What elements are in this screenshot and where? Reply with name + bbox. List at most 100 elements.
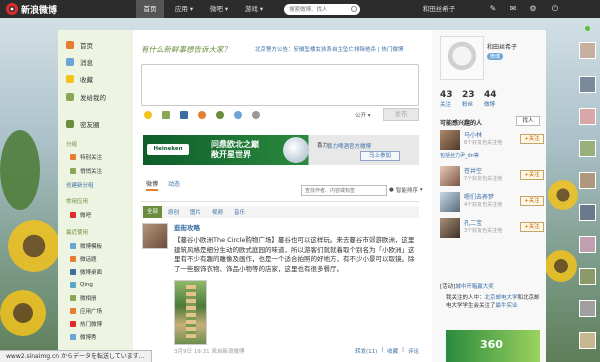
nav-tab-apps[interactable]: 应用 ▾ [170,0,198,18]
recent-item[interactable]: 微话题 [70,254,97,264]
post-author[interactable]: 逛街攻略 [174,222,200,232]
suggested-user-avatar[interactable] [440,218,460,238]
sort-select[interactable]: ● 智能排序 ▾ [389,186,423,194]
category-original[interactable]: 原创 [168,208,179,216]
event-user-link[interactable]: 北京邮电大学 [485,295,518,301]
nav-tab-home[interactable]: 首页 [136,0,164,18]
friend-avatar[interactable] [579,42,596,59]
emoji-icon[interactable] [144,111,152,119]
gear-icon[interactable]: ⚙ [528,4,538,14]
create-group-link[interactable]: 创建新分组 [66,181,94,189]
leftnav-close-friends[interactable]: 密友圈 [66,118,128,130]
nav-tab-weiba[interactable]: 微吧 ▾ [205,0,233,18]
group-special-label: 特别关注 [80,155,103,161]
weibo-logo[interactable]: 新浪微博 [6,2,57,16]
suggested-user-avatar[interactable] [440,130,460,150]
friend-avatar[interactable] [579,332,596,349]
ad-join-button[interactable]: 马上参加 [360,151,400,161]
category-video[interactable]: 视频 [212,208,223,216]
heineken-ad-banner[interactable]: Heineken 问鼎欧北之巅 敞开星世界 喜力 喜力啤酒官方微博 马上参加 [143,135,419,165]
stat-following[interactable]: 43 关注 [440,90,453,108]
suggested-user-avatar[interactable] [440,192,460,212]
recent-item[interactable]: 微博桌面 [70,267,102,277]
follow-button[interactable]: +关注 [520,196,544,206]
recent-item[interactable]: 微博模板 [70,241,102,251]
friend-avatar[interactable] [579,76,596,93]
feed-divider [141,201,419,202]
hot-weibo-link[interactable]: 热门微博 [381,47,403,53]
suggested-user-name[interactable]: 孔二宝 [464,218,482,227]
main-panel: 首页 消息 收藏 发给我的 密友圈 分组 特别关注 悄悄关注 创建新分组 常用应… [58,30,546,362]
profile-avatar[interactable] [440,36,484,80]
visibility-select[interactable]: 公开 ▾ [355,111,371,119]
compose-textarea[interactable] [141,64,419,106]
follow-button[interactable]: +关注 [520,222,544,232]
friend-avatar[interactable] [579,236,596,253]
more-icon[interactable] [252,111,260,119]
recent-item[interactable]: Qing [70,280,93,290]
user-name-link[interactable]: 和田丝希子 [418,0,460,18]
profile-badge[interactable]: 微博 [487,53,504,60]
post-image[interactable] [174,280,207,345]
leftnav-home[interactable]: 首页 [66,39,128,51]
friend-avatar[interactable] [579,300,596,317]
post-button[interactable]: 发布 [383,108,419,121]
suggested-user-avatar[interactable] [440,166,460,186]
feed-search-box[interactable] [301,185,387,196]
leftnav-messages[interactable]: 消息 [66,56,128,68]
recent-item-label: 微话题 [80,257,97,263]
message-icon[interactable]: ✉ [508,4,518,14]
suggested-user-name[interactable]: 嗯们去养梦 [464,192,494,201]
recent-item[interactable]: 微博秀 [70,332,97,342]
friend-avatar[interactable] [579,140,596,157]
feed-tab-activity[interactable]: 动态 [168,179,180,188]
friend-avatar[interactable] [579,172,596,189]
group-quiet[interactable]: 悄悄关注 [70,166,102,176]
event-link[interactable]: 城中开箱赢大奖 [455,284,494,290]
compose-icon[interactable]: ✎ [488,4,498,14]
event-banner-image[interactable] [446,330,540,362]
repost-link[interactable]: 转发(11) [355,347,377,355]
stat-weibo[interactable]: 44 微博 [484,90,497,108]
category-image[interactable]: 图片 [190,208,201,216]
category-music[interactable]: 音乐 [234,208,245,216]
topic-icon[interactable] [216,111,224,119]
notice-link[interactable]: 北京警方公告：安徽坠楼女孩系自主坠亡排除他杀 [255,47,376,53]
leftnav-sent-to-me[interactable]: 发给我的 [66,91,128,103]
feed-search-input[interactable] [302,186,378,195]
stat-fans[interactable]: 23 粉丝 [462,90,475,108]
post-avatar[interactable] [142,223,168,249]
video-icon[interactable] [180,111,188,119]
ad-fan-name[interactable]: 喜力啤酒官方微博 [327,142,371,150]
follow-button[interactable]: +关注 [520,134,544,144]
event-target-link[interactable]: 最牛实业 [496,303,518,309]
find-people-button[interactable]: 找人 [516,116,540,126]
feed-tab-weibo[interactable]: 微博 [146,179,159,191]
recent-item[interactable]: 应用广场 [70,306,102,316]
group-special[interactable]: 特别关注 [70,152,102,162]
music-icon[interactable] [198,111,206,119]
comment-link[interactable]: 评论 [408,347,419,355]
leftnav-favorites[interactable]: 收藏 [66,73,128,85]
favorite-link[interactable]: 收藏 [387,347,398,355]
nav-tab-games[interactable]: 游戏 ▾ [240,0,268,18]
post-time[interactable]: 3月9日 19:31 [174,349,210,355]
follow-button[interactable]: +关注 [520,170,544,180]
app-weiba[interactable]: 微吧 [70,210,91,220]
suggested-user-name[interactable]: 苍井空 [464,166,482,175]
recent-item[interactable]: 微相册 [70,293,97,303]
top-search-input[interactable] [284,4,350,15]
friend-avatar[interactable] [579,268,596,285]
suggested-user-detail[interactable]: 包括丝力尹_dn等 [440,152,479,159]
friend-avatar[interactable] [579,204,596,221]
category-all[interactable]: 全部 [143,206,163,218]
profile-name[interactable]: 和田丝希子 [487,42,517,51]
vote-icon[interactable] [234,111,242,119]
suggested-user-name[interactable]: 马小林 [464,130,482,139]
top-search-box[interactable] [284,4,360,15]
image-icon[interactable] [162,111,170,119]
friend-avatar[interactable] [579,108,596,125]
logout-icon[interactable]: ⏻ [550,4,560,14]
search-icon[interactable] [351,6,357,12]
recent-item[interactable]: 热门微博 [70,319,102,329]
